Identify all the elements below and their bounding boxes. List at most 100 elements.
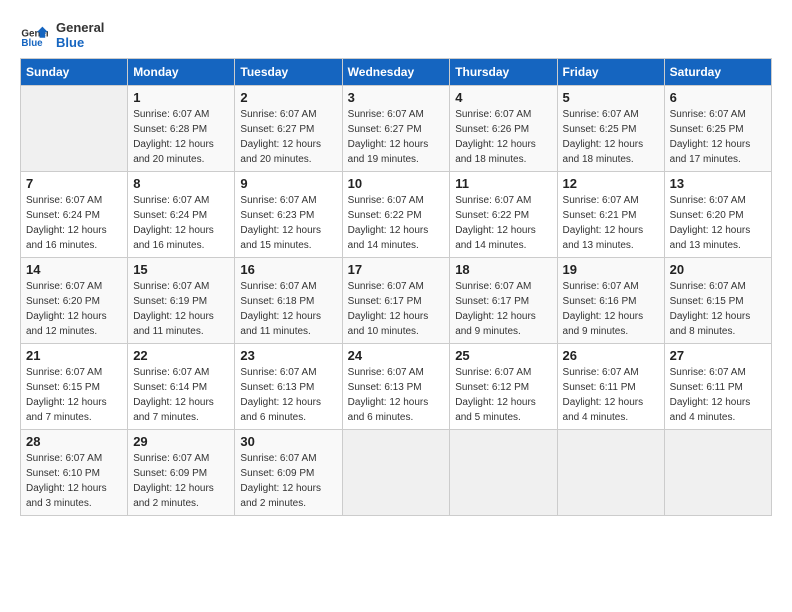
calendar-cell bbox=[21, 86, 128, 172]
calendar-cell: 15 Sunrise: 6:07 AM Sunset: 6:19 PM Dayli… bbox=[128, 258, 235, 344]
day-info: Sunrise: 6:07 AM Sunset: 6:28 PM Dayligh… bbox=[133, 107, 229, 167]
calendar-cell bbox=[342, 430, 450, 516]
day-number: 1 bbox=[133, 90, 229, 105]
day-info: Sunrise: 6:07 AM Sunset: 6:20 PM Dayligh… bbox=[26, 279, 122, 339]
day-info: Sunrise: 6:07 AM Sunset: 6:09 PM Dayligh… bbox=[133, 451, 229, 511]
day-number: 29 bbox=[133, 434, 229, 449]
day-number: 13 bbox=[670, 176, 766, 191]
day-number: 25 bbox=[455, 348, 551, 363]
day-info: Sunrise: 6:07 AM Sunset: 6:25 PM Dayligh… bbox=[563, 107, 659, 167]
day-info: Sunrise: 6:07 AM Sunset: 6:16 PM Dayligh… bbox=[563, 279, 659, 339]
calendar-cell: 27Sunrise: 6:07 AM Sunset: 6:11 PM Dayli… bbox=[664, 344, 771, 430]
day-info: Sunrise: 6:07 AM Sunset: 6:17 PM Dayligh… bbox=[455, 279, 551, 339]
day-number: 9 bbox=[240, 176, 336, 191]
day-number: 24 bbox=[348, 348, 445, 363]
logo-general: General bbox=[56, 20, 104, 35]
day-number: 20 bbox=[670, 262, 766, 277]
calendar-cell: 16Sunrise: 6:07 AM Sunset: 6:18 PM Dayli… bbox=[235, 258, 342, 344]
day-number: 3 bbox=[348, 90, 445, 105]
day-info: Sunrise: 6:07 AM Sunset: 6:27 PM Dayligh… bbox=[240, 107, 336, 167]
calendar-cell: 3 Sunrise: 6:07 AM Sunset: 6:27 PM Daylig… bbox=[342, 86, 450, 172]
calendar-cell: 26 Sunrise: 6:07 AM Sunset: 6:11 PM Dayli… bbox=[557, 344, 664, 430]
calendar-cell: 8 Sunrise: 6:07 AM Sunset: 6:24 PM Daylig… bbox=[128, 172, 235, 258]
day-info: Sunrise: 6:07 AM Sunset: 6:27 PM Dayligh… bbox=[348, 107, 445, 167]
day-number: 30 bbox=[240, 434, 336, 449]
day-number: 2 bbox=[240, 90, 336, 105]
column-header-wednesday: Wednesday bbox=[342, 59, 450, 86]
day-info: Sunrise: 6:07 AM Sunset: 6:22 PM Dayligh… bbox=[348, 193, 445, 253]
calendar-header-row: SundayMondayTuesdayWednesdayThursdayFrid… bbox=[21, 59, 772, 86]
column-header-friday: Friday bbox=[557, 59, 664, 86]
logo-blue: Blue bbox=[56, 35, 104, 50]
day-number: 21 bbox=[26, 348, 122, 363]
day-info: Sunrise: 6:07 AM Sunset: 6:26 PM Dayligh… bbox=[455, 107, 551, 167]
calendar-cell: 29 Sunrise: 6:07 AM Sunset: 6:09 PM Dayli… bbox=[128, 430, 235, 516]
calendar-cell: 6Sunrise: 6:07 AM Sunset: 6:25 PM Daylig… bbox=[664, 86, 771, 172]
column-header-saturday: Saturday bbox=[664, 59, 771, 86]
day-info: Sunrise: 6:07 AM Sunset: 6:19 PM Dayligh… bbox=[133, 279, 229, 339]
calendar-cell: 1 Sunrise: 6:07 AM Sunset: 6:28 PM Daylig… bbox=[128, 86, 235, 172]
day-number: 7 bbox=[26, 176, 122, 191]
calendar-cell: 14 Sunrise: 6:07 AM Sunset: 6:20 PM Dayli… bbox=[21, 258, 128, 344]
logo: General Blue General Blue bbox=[20, 20, 104, 50]
day-info: Sunrise: 6:07 AM Sunset: 6:14 PM Dayligh… bbox=[133, 365, 229, 425]
day-number: 14 bbox=[26, 262, 122, 277]
day-info: Sunrise: 6:07 AM Sunset: 6:23 PM Dayligh… bbox=[240, 193, 336, 253]
day-number: 15 bbox=[133, 262, 229, 277]
day-number: 19 bbox=[563, 262, 659, 277]
day-number: 4 bbox=[455, 90, 551, 105]
day-number: 26 bbox=[563, 348, 659, 363]
svg-text:Blue: Blue bbox=[21, 38, 43, 49]
calendar-cell: 11Sunrise: 6:07 AM Sunset: 6:22 PM Dayli… bbox=[450, 172, 557, 258]
calendar-cell: 18 Sunrise: 6:07 AM Sunset: 6:17 PM Dayli… bbox=[450, 258, 557, 344]
calendar-cell: 28 Sunrise: 6:07 AM Sunset: 6:10 PM Dayli… bbox=[21, 430, 128, 516]
calendar-cell: 7 Sunrise: 6:07 AM Sunset: 6:24 PM Daylig… bbox=[21, 172, 128, 258]
day-info: Sunrise: 6:07 AM Sunset: 6:20 PM Dayligh… bbox=[670, 193, 766, 253]
day-number: 16 bbox=[240, 262, 336, 277]
calendar-week-row: 21 Sunrise: 6:07 AM Sunset: 6:15 PM Dayli… bbox=[21, 344, 772, 430]
day-info: Sunrise: 6:07 AM Sunset: 6:12 PM Dayligh… bbox=[455, 365, 551, 425]
day-number: 28 bbox=[26, 434, 122, 449]
calendar-cell: 9 Sunrise: 6:07 AM Sunset: 6:23 PM Daylig… bbox=[235, 172, 342, 258]
day-info: Sunrise: 6:07 AM Sunset: 6:11 PM Dayligh… bbox=[563, 365, 659, 425]
calendar-cell bbox=[664, 430, 771, 516]
day-number: 23 bbox=[240, 348, 336, 363]
calendar-week-row: 28 Sunrise: 6:07 AM Sunset: 6:10 PM Dayli… bbox=[21, 430, 772, 516]
day-info: Sunrise: 6:07 AM Sunset: 6:13 PM Dayligh… bbox=[348, 365, 445, 425]
day-number: 17 bbox=[348, 262, 445, 277]
day-number: 18 bbox=[455, 262, 551, 277]
calendar-week-row: 7 Sunrise: 6:07 AM Sunset: 6:24 PM Daylig… bbox=[21, 172, 772, 258]
calendar-cell: 5 Sunrise: 6:07 AM Sunset: 6:25 PM Daylig… bbox=[557, 86, 664, 172]
calendar-cell: 13 Sunrise: 6:07 AM Sunset: 6:20 PM Dayli… bbox=[664, 172, 771, 258]
calendar-cell bbox=[557, 430, 664, 516]
calendar-cell bbox=[450, 430, 557, 516]
calendar-week-row: 14 Sunrise: 6:07 AM Sunset: 6:20 PM Dayli… bbox=[21, 258, 772, 344]
day-info: Sunrise: 6:07 AM Sunset: 6:17 PM Dayligh… bbox=[348, 279, 445, 339]
calendar-cell: 2 Sunrise: 6:07 AM Sunset: 6:27 PM Daylig… bbox=[235, 86, 342, 172]
calendar-cell: 25 Sunrise: 6:07 AM Sunset: 6:12 PM Dayli… bbox=[450, 344, 557, 430]
day-number: 11 bbox=[455, 176, 551, 191]
calendar-cell: 23 Sunrise: 6:07 AM Sunset: 6:13 PM Dayli… bbox=[235, 344, 342, 430]
day-number: 5 bbox=[563, 90, 659, 105]
calendar-cell: 30 Sunrise: 6:07 AM Sunset: 6:09 PM Dayli… bbox=[235, 430, 342, 516]
day-info: Sunrise: 6:07 AM Sunset: 6:10 PM Dayligh… bbox=[26, 451, 122, 511]
column-header-monday: Monday bbox=[128, 59, 235, 86]
day-info: Sunrise: 6:07 AM Sunset: 6:25 PM Dayligh… bbox=[670, 107, 766, 167]
calendar-cell: 17 Sunrise: 6:07 AM Sunset: 6:17 PM Dayli… bbox=[342, 258, 450, 344]
day-number: 22 bbox=[133, 348, 229, 363]
day-info: Sunrise: 6:07 AM Sunset: 6:24 PM Dayligh… bbox=[133, 193, 229, 253]
day-info: Sunrise: 6:07 AM Sunset: 6:15 PM Dayligh… bbox=[26, 365, 122, 425]
day-info: Sunrise: 6:07 AM Sunset: 6:24 PM Dayligh… bbox=[26, 193, 122, 253]
day-number: 8 bbox=[133, 176, 229, 191]
day-number: 10 bbox=[348, 176, 445, 191]
day-info: Sunrise: 6:07 AM Sunset: 6:13 PM Dayligh… bbox=[240, 365, 336, 425]
calendar-cell: 19 Sunrise: 6:07 AM Sunset: 6:16 PM Dayli… bbox=[557, 258, 664, 344]
day-number: 12 bbox=[563, 176, 659, 191]
calendar-week-row: 1 Sunrise: 6:07 AM Sunset: 6:28 PM Daylig… bbox=[21, 86, 772, 172]
day-info: Sunrise: 6:07 AM Sunset: 6:11 PM Dayligh… bbox=[670, 365, 766, 425]
column-header-tuesday: Tuesday bbox=[235, 59, 342, 86]
calendar-table: SundayMondayTuesdayWednesdayThursdayFrid… bbox=[20, 58, 772, 516]
header: General Blue General Blue bbox=[20, 20, 772, 50]
day-info: Sunrise: 6:07 AM Sunset: 6:09 PM Dayligh… bbox=[240, 451, 336, 511]
column-header-thursday: Thursday bbox=[450, 59, 557, 86]
